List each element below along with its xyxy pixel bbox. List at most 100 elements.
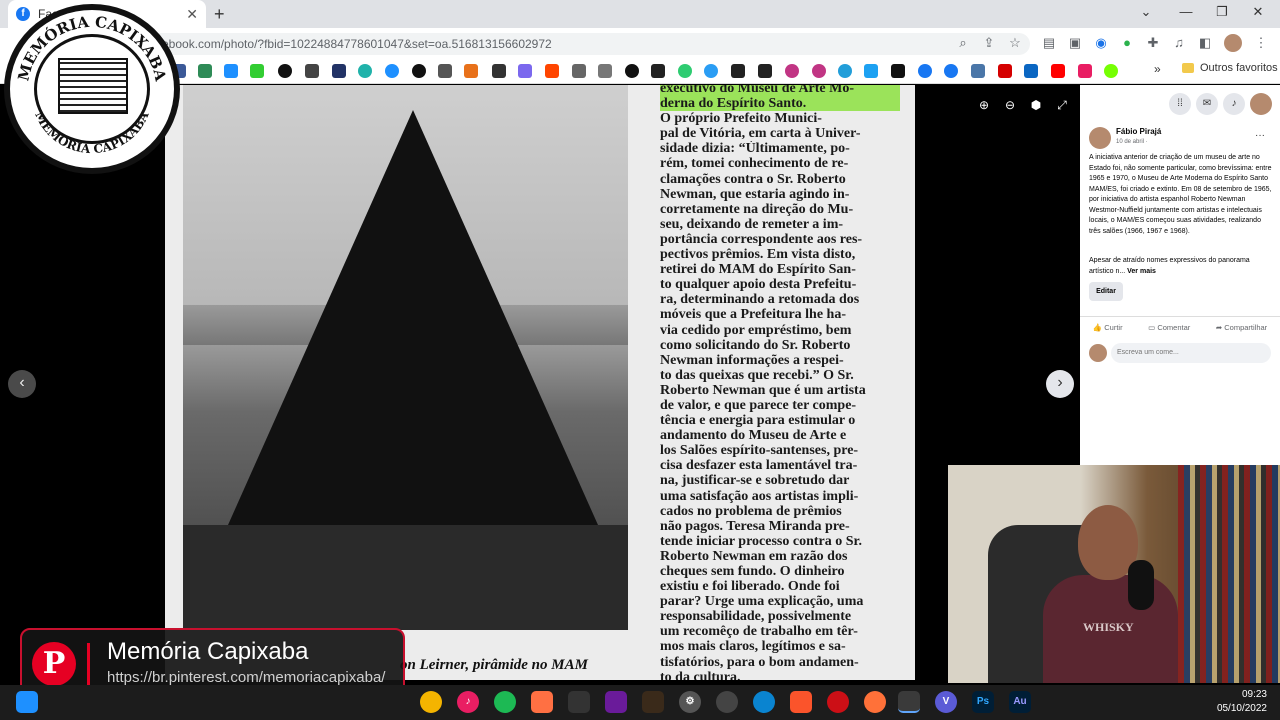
like-button[interactable]: 👍 Curtir (1093, 323, 1123, 332)
bookmark-icon[interactable] (704, 64, 718, 78)
post-date[interactable]: 10 de abril · (1116, 139, 1148, 145)
instagram-icon[interactable] (812, 64, 826, 78)
bookmark-icon[interactable] (998, 64, 1012, 78)
twitter-icon[interactable] (864, 64, 878, 78)
media-icon[interactable]: ♫ (1170, 34, 1188, 52)
side-panel-icon[interactable]: ◧ (1196, 34, 1214, 52)
bookmark-icon[interactable] (198, 64, 212, 78)
audition-icon[interactable]: Au (1009, 691, 1031, 713)
facebook-icon[interactable] (918, 64, 932, 78)
bookmark-icon[interactable] (358, 64, 372, 78)
app-icon[interactable] (716, 691, 738, 713)
bookmark-icon[interactable] (518, 64, 532, 78)
bookmark-icon[interactable] (678, 64, 692, 78)
new-tab-icon[interactable]: + (214, 4, 225, 25)
bookmark-icon[interactable] (250, 64, 264, 78)
clock[interactable]: 09:23 05/10/2022 (1205, 688, 1267, 716)
pyramid-shape (228, 110, 598, 525)
brave-icon[interactable] (790, 691, 812, 713)
bookmark-star-icon[interactable]: ☆ (1006, 34, 1024, 52)
app-icon[interactable] (531, 691, 553, 713)
messenger-icon[interactable]: ✉ (1196, 93, 1218, 115)
edge-icon[interactable] (753, 691, 775, 713)
see-more-link[interactable]: Ver mais (1127, 268, 1156, 275)
tag-icon[interactable]: ⬢ (1028, 97, 1044, 113)
settings-icon[interactable]: ⚙ (679, 691, 701, 713)
vk-icon[interactable] (971, 64, 985, 78)
comment-input[interactable] (1111, 343, 1271, 363)
bookmark-icon[interactable] (731, 64, 745, 78)
app-v-icon[interactable]: V (935, 691, 957, 713)
spotify-icon[interactable] (494, 691, 516, 713)
article-text: executivo do Museu de Arte Mo-derna do E… (660, 85, 900, 680)
next-photo-button[interactable]: › (1046, 370, 1074, 398)
instagram-icon[interactable] (785, 64, 799, 78)
extension-icon[interactable]: ● (1118, 34, 1136, 52)
telegram-icon[interactable] (838, 64, 852, 78)
music-icon[interactable]: ♪ (457, 691, 479, 713)
linkedin-icon[interactable] (1024, 64, 1038, 78)
share-button[interactable]: ➦ Compartilhar (1216, 323, 1267, 332)
bookmark-icon[interactable] (625, 64, 639, 78)
address-bar[interactable]: ebook.com/photo/?fbid=10224884778601047&… (150, 33, 1030, 55)
close-window-button[interactable]: ✕ (1238, 4, 1278, 20)
zoom-in-icon[interactable]: ⊕ (976, 97, 992, 113)
pinterest-title: Memória Capixaba (107, 638, 309, 665)
start-icon[interactable] (16, 691, 38, 713)
bookmark-icon[interactable] (438, 64, 452, 78)
profile-avatar[interactable] (1224, 34, 1242, 52)
bookmark-icon[interactable] (278, 64, 292, 78)
photoshop-icon[interactable]: Ps (972, 691, 994, 713)
post-options-icon[interactable]: ··· (1255, 130, 1265, 141)
author-avatar[interactable] (1089, 127, 1111, 149)
article-line: uma satisfação aos artistas impli- (660, 488, 859, 504)
more-bookmarks-icon[interactable]: » (1154, 62, 1161, 76)
app-icon[interactable] (642, 691, 664, 713)
previous-photo-button[interactable]: ‹ (8, 370, 36, 398)
menu-grid-icon[interactable]: ⁞⁞ (1169, 93, 1191, 115)
fullscreen-icon[interactable]: ⤢ (1054, 97, 1070, 113)
article-line: pectivos prêmios. Em vista disto, (660, 247, 856, 263)
bookmark-icon[interactable] (305, 64, 319, 78)
post-author[interactable]: Fábio Pirajá (1116, 127, 1161, 136)
edit-button[interactable]: Editar (1089, 282, 1123, 301)
bookmark-icon[interactable] (385, 64, 399, 78)
tiktok-icon[interactable] (891, 64, 905, 78)
app-icon[interactable] (568, 691, 590, 713)
bookmark-icon[interactable] (464, 64, 478, 78)
minimize-button[interactable]: — (1166, 4, 1206, 19)
bookmark-icon[interactable] (598, 64, 612, 78)
facebook-icon[interactable] (944, 64, 958, 78)
zoom-icon[interactable]: ⌕ (954, 34, 972, 52)
notifications-icon[interactable]: ♪ (1223, 93, 1245, 115)
extension-icon[interactable]: ▤ (1040, 34, 1058, 52)
bookmark-icon[interactable] (332, 64, 346, 78)
menu-icon[interactable]: ⋮ (1252, 34, 1270, 52)
bookmark-icon[interactable] (1104, 64, 1118, 78)
maximize-button[interactable]: ❐ (1202, 4, 1242, 20)
bookmark-icon[interactable] (758, 64, 772, 78)
youtube-icon[interactable] (1051, 64, 1065, 78)
bookmark-icon[interactable] (545, 64, 559, 78)
bookmark-icon[interactable] (651, 64, 665, 78)
extension-icon[interactable]: ◉ (1092, 34, 1110, 52)
close-tab-icon[interactable]: ✕ (186, 6, 198, 23)
zoom-out-icon[interactable]: ⊖ (1002, 97, 1018, 113)
other-bookmarks-folder[interactable]: Outros favoritos (1182, 62, 1278, 74)
app-icon[interactable] (605, 691, 627, 713)
tab-search-icon[interactable]: ⌄ (1126, 4, 1166, 20)
puzzle-icon[interactable]: ✚ (1144, 34, 1162, 52)
app-icon[interactable] (420, 691, 442, 713)
bookmark-icon[interactable] (1078, 64, 1092, 78)
bookmark-icon[interactable] (572, 64, 586, 78)
bookmark-icon[interactable] (412, 64, 426, 78)
opera-icon[interactable] (827, 691, 849, 713)
chrome-icon[interactable] (898, 691, 920, 713)
comment-button[interactable]: ▭ Comentar (1148, 323, 1190, 332)
bookmark-icon[interactable] (492, 64, 506, 78)
bookmark-icon[interactable] (224, 64, 238, 78)
firefox-icon[interactable] (864, 691, 886, 713)
account-avatar[interactable] (1250, 93, 1272, 115)
share-icon[interactable]: ⇪ (980, 34, 998, 52)
extension-icon[interactable]: ▣ (1066, 34, 1084, 52)
